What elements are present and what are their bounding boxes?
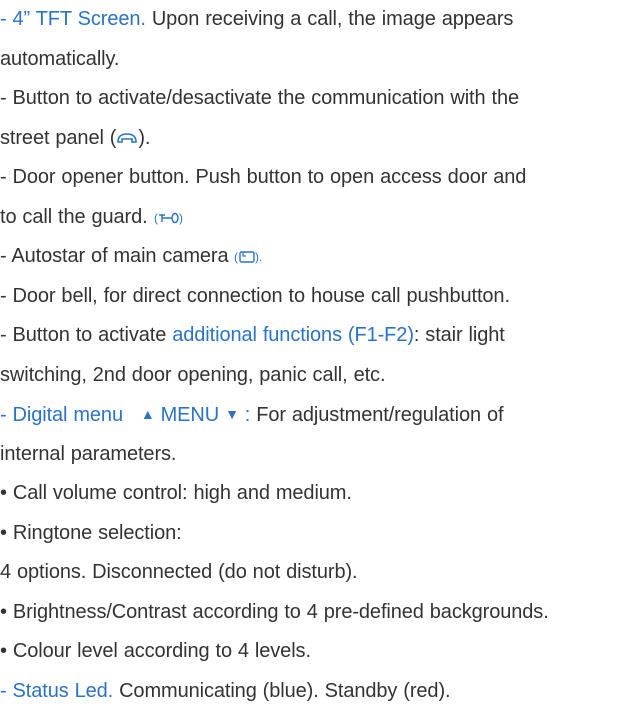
status-led-item: - Status Led. Communicating (blue). Stan… (0, 672, 630, 711)
functions-prefix: - Button to activate (0, 324, 166, 346)
triangle-up-icon: ▲ (141, 395, 155, 435)
bullet-call-volume: • Call volume control: high and medium. (0, 482, 352, 504)
digital-menu-colon: : (245, 404, 250, 426)
digital-menu-item-line-2: internal parameters. (0, 435, 630, 475)
functions-suffix: : stair light (414, 324, 505, 346)
bullet-ringtone: • Ringtone selection: (0, 522, 182, 544)
door-opener-item-line-2: to call the guard. (). (0, 198, 630, 238)
status-led-lead: - Status Led. (0, 680, 113, 702)
list-item: • Brightness/Contrast according to 4 pre… (0, 593, 630, 633)
key-icon: (). (154, 210, 184, 225)
bullet-colour: • Colour level according to 4 levels. (0, 640, 311, 662)
digital-menu-item-line-1: - Digital menu ▲ MENU ▼ : For adjustment… (0, 395, 630, 435)
camera-icon: (). (234, 249, 262, 264)
screen-text: Upon receiving a call, the image appears (152, 8, 513, 30)
functions-item-line-1: - Button to activate additional function… (0, 316, 630, 356)
svg-text:(: ( (154, 211, 158, 225)
list-item: 4 options. Disconnected (do not disturb)… (0, 553, 630, 593)
door-opener-item-line-1: - Door opener button. Push button to ope… (0, 158, 630, 198)
feature-list: - 4” TFT Screen. Upon receiving a call, … (0, 0, 630, 711)
comm-button-item-line-2: street panel (). (0, 119, 630, 159)
svg-text:).: ). (179, 211, 184, 225)
svg-text:).: ). (255, 250, 262, 264)
autostar-text: - Autostar of main camera (0, 245, 229, 267)
screen-item-line-2: automatically. (0, 40, 630, 80)
door-opener-prefix: to call the guard. (0, 206, 148, 228)
list-item: • Call volume control: high and medium. (0, 474, 630, 514)
digital-menu-text-cont: internal parameters. (0, 443, 176, 465)
menu-word: MENU (161, 404, 220, 426)
functions-text-cont: switching, 2nd door opening, panic call,… (0, 364, 385, 386)
comm-button-suffix: ). (138, 127, 150, 149)
door-bell-text: - Door bell, for direct connection to ho… (0, 285, 510, 307)
functions-link: additional functions (F1-F2) (172, 324, 414, 346)
comm-button-item-line-1: - Button to activate/desactivate the com… (0, 79, 630, 119)
comm-button-text: - Button to activate/desactivate the com… (0, 87, 519, 109)
digital-menu-text: For adjustment/regulation of (256, 404, 503, 426)
digital-menu-lead: - Digital menu (0, 404, 123, 426)
triangle-down-icon: ▼ (225, 395, 239, 435)
comm-button-prefix: street panel ( (0, 127, 116, 149)
door-bell-item: - Door bell, for direct connection to ho… (0, 277, 630, 317)
functions-item-line-2: switching, 2nd door opening, panic call,… (0, 356, 630, 396)
autostar-item: - Autostar of main camera (). (0, 237, 630, 277)
screen-item-line-1: - 4” TFT Screen. Upon receiving a call, … (0, 0, 630, 40)
bullet-brightness: • Brightness/Contrast according to 4 pre… (0, 601, 549, 623)
screen-lead: - 4” TFT Screen. (0, 8, 146, 30)
status-led-text: Communicating (blue). Standby (red). (119, 680, 450, 702)
door-opener-text: - Door opener button. Push button to ope… (0, 166, 526, 188)
list-item: • Ringtone selection: (0, 514, 630, 554)
list-item: • Colour level according to 4 levels. (0, 632, 630, 672)
screen-text-cont: automatically. (0, 48, 119, 70)
bullet-ringtone-options: 4 options. Disconnected (do not disturb)… (0, 561, 358, 583)
svg-text:(: ( (234, 250, 238, 264)
handset-icon (116, 131, 138, 146)
